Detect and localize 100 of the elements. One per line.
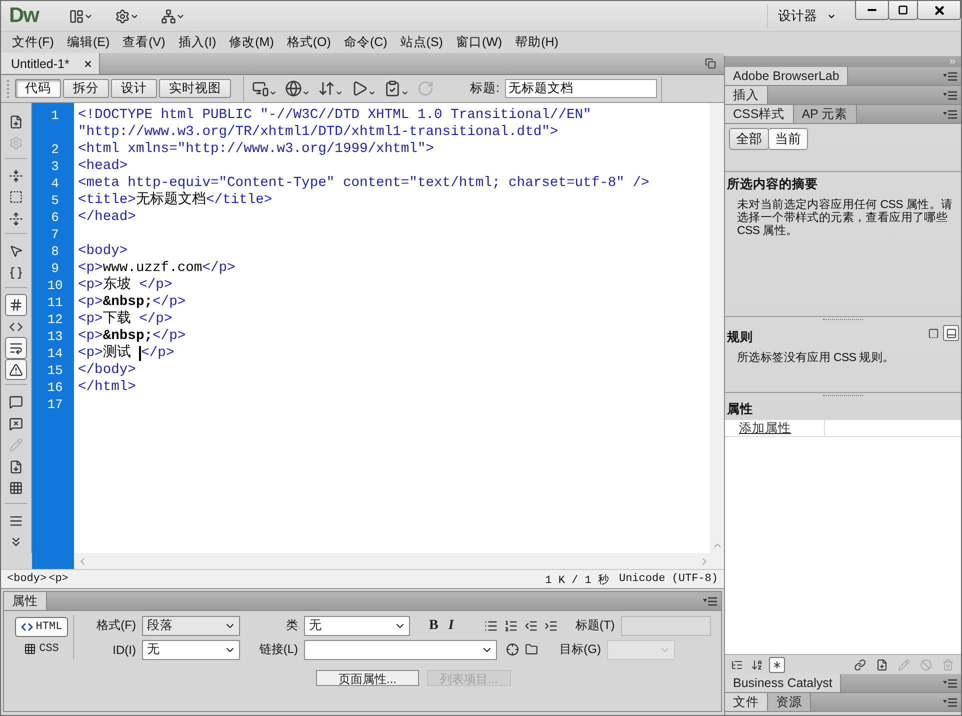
hash-button[interactable] — [5, 294, 27, 316]
tag-selector-link[interactable]: <p> — [48, 573, 68, 585]
browserlab-tab[interactable]: Adobe BrowserLab — [725, 67, 848, 85]
title-label: 标题: — [470, 80, 500, 97]
insert-tab[interactable]: 插入 — [725, 86, 768, 104]
encoding-text: Unicode (UTF-8) — [618, 573, 718, 585]
code-line: <body> — [78, 243, 128, 260]
bold-button[interactable]: B — [424, 618, 444, 634]
panel-menu-icon[interactable] — [943, 678, 957, 688]
line-number: 13 — [46, 328, 64, 345]
bullet-list-icon — [484, 618, 498, 632]
panel-menu-icon[interactable] — [943, 72, 957, 80]
new-rule-icon — [876, 658, 888, 670]
menu-item[interactable]: 格式(O) — [280, 34, 338, 51]
css-mode-button[interactable]: 全部 — [729, 128, 769, 150]
line-number: 1 — [50, 107, 60, 124]
properties-tab[interactable]: 属性 — [4, 592, 47, 610]
format-label: 格式(F) — [96, 617, 137, 634]
panel-tab[interactable]: AP 元素 — [794, 105, 857, 123]
link-icon — [854, 658, 866, 670]
app-logo: Dw — [9, 4, 38, 28]
asterisk-icon — [771, 658, 783, 670]
panel-button[interactable] — [943, 325, 959, 341]
maximize-button[interactable] — [888, 1, 918, 20]
menu-item[interactable]: 文件(F) — [6, 34, 61, 51]
code-line: </p> — [141, 345, 174, 362]
file-icon — [9, 114, 23, 129]
mode-button[interactable]: HTML — [14, 617, 68, 636]
page-properties-button[interactable]: 页面属性... — [316, 670, 419, 686]
menu-item[interactable]: 插入(I) — [172, 34, 224, 51]
summary-text: 未对当前选定内容应用任何 CSS 属性。请选择一个带样式的元素，查看应用了哪些 CSS 属性。 — [737, 199, 954, 238]
link-label: 链接(L) — [258, 641, 299, 658]
outdent-icon — [524, 618, 538, 632]
business-catalyst-tab[interactable]: Business Catalyst — [725, 674, 842, 692]
view-button[interactable]: 设计 — [111, 79, 157, 98]
class-select[interactable]: 无 — [304, 616, 410, 636]
braces-icon — [9, 266, 23, 280]
refresh-icon — [417, 80, 434, 97]
mode-button[interactable]: CSS — [18, 640, 65, 659]
tag-selector-link[interactable]: <body> — [7, 573, 47, 585]
caret-icon — [335, 89, 343, 97]
panel-tab[interactable]: 资源 — [768, 693, 811, 711]
panel-menu-icon[interactable] — [943, 698, 957, 706]
menu-item[interactable]: 查看(V) — [116, 34, 172, 51]
collapse-icon — [9, 168, 23, 183]
id-select[interactable]: 无 — [142, 640, 240, 660]
add-attribute-link[interactable]: 添加属性 — [725, 420, 825, 437]
view-button[interactable]: 拆分 — [63, 79, 109, 98]
close-icon — [932, 4, 946, 16]
folder-icon — [525, 643, 538, 656]
comment-icon — [9, 395, 23, 410]
gear-icon[interactable] — [114, 8, 138, 24]
menu-item[interactable]: 编辑(E) — [60, 34, 117, 51]
panel-menu-icon[interactable] — [703, 596, 717, 606]
asterisk-button[interactable] — [769, 656, 785, 672]
panel-menu-icon[interactable] — [943, 90, 957, 100]
line-number: 7 — [50, 226, 60, 243]
restore-icon[interactable] — [705, 58, 716, 69]
menu-item[interactable]: 帮助(H) — [509, 34, 566, 51]
caret-icon — [368, 89, 376, 97]
italic-button[interactable]: I — [443, 618, 459, 634]
link-field[interactable] — [304, 640, 497, 660]
line-number: 5 — [50, 192, 60, 209]
layout-icon[interactable] — [68, 8, 92, 24]
pencil-icon — [898, 658, 910, 670]
warning-button[interactable] — [5, 358, 27, 380]
wrap-button[interactable] — [5, 337, 27, 359]
title-field[interactable]: 无标题文档 — [505, 79, 658, 98]
gear-icon — [9, 136, 23, 150]
caret-icon — [401, 89, 409, 97]
sitemap-icon[interactable] — [160, 8, 184, 24]
devices-icon — [252, 80, 269, 97]
crosshair-icon — [506, 643, 519, 656]
format-select[interactable]: 段落 — [142, 616, 240, 636]
code-line: </body> — [78, 362, 136, 379]
workspace-switcher[interactable]: 设计器 — [778, 7, 817, 25]
menu-item[interactable]: 修改(M) — [223, 34, 281, 51]
menu-item[interactable]: 站点(S) — [394, 34, 450, 51]
sort-icon — [751, 658, 763, 670]
line-number: 16 — [46, 379, 64, 396]
panel-tab[interactable]: 文件 — [725, 693, 768, 711]
line-number: 17 — [46, 396, 64, 413]
menu-item[interactable]: 命令(C) — [338, 34, 394, 51]
code-line: </html> — [78, 379, 136, 396]
view-button[interactable]: 代码 — [15, 79, 61, 98]
menu-item[interactable]: 窗口(W) — [450, 34, 510, 51]
css-mode-button[interactable]: 当前 — [768, 128, 808, 150]
code-line: <p>下载 </p> — [78, 311, 172, 328]
panel-menu-icon[interactable] — [943, 110, 957, 118]
line-number: 10 — [46, 277, 64, 294]
close-icon[interactable] — [83, 58, 94, 68]
maximize-icon — [898, 5, 908, 15]
attributes-heading: 属性 — [726, 401, 754, 418]
view-button[interactable]: 实时视图 — [159, 79, 231, 98]
minimize-button[interactable] — [855, 1, 889, 20]
selection-icon — [9, 190, 23, 204]
panel-tab[interactable]: CSS样式 — [725, 105, 794, 123]
close-button[interactable] — [917, 1, 961, 20]
line-number: 15 — [46, 362, 64, 379]
line-number: 14 — [46, 345, 64, 362]
